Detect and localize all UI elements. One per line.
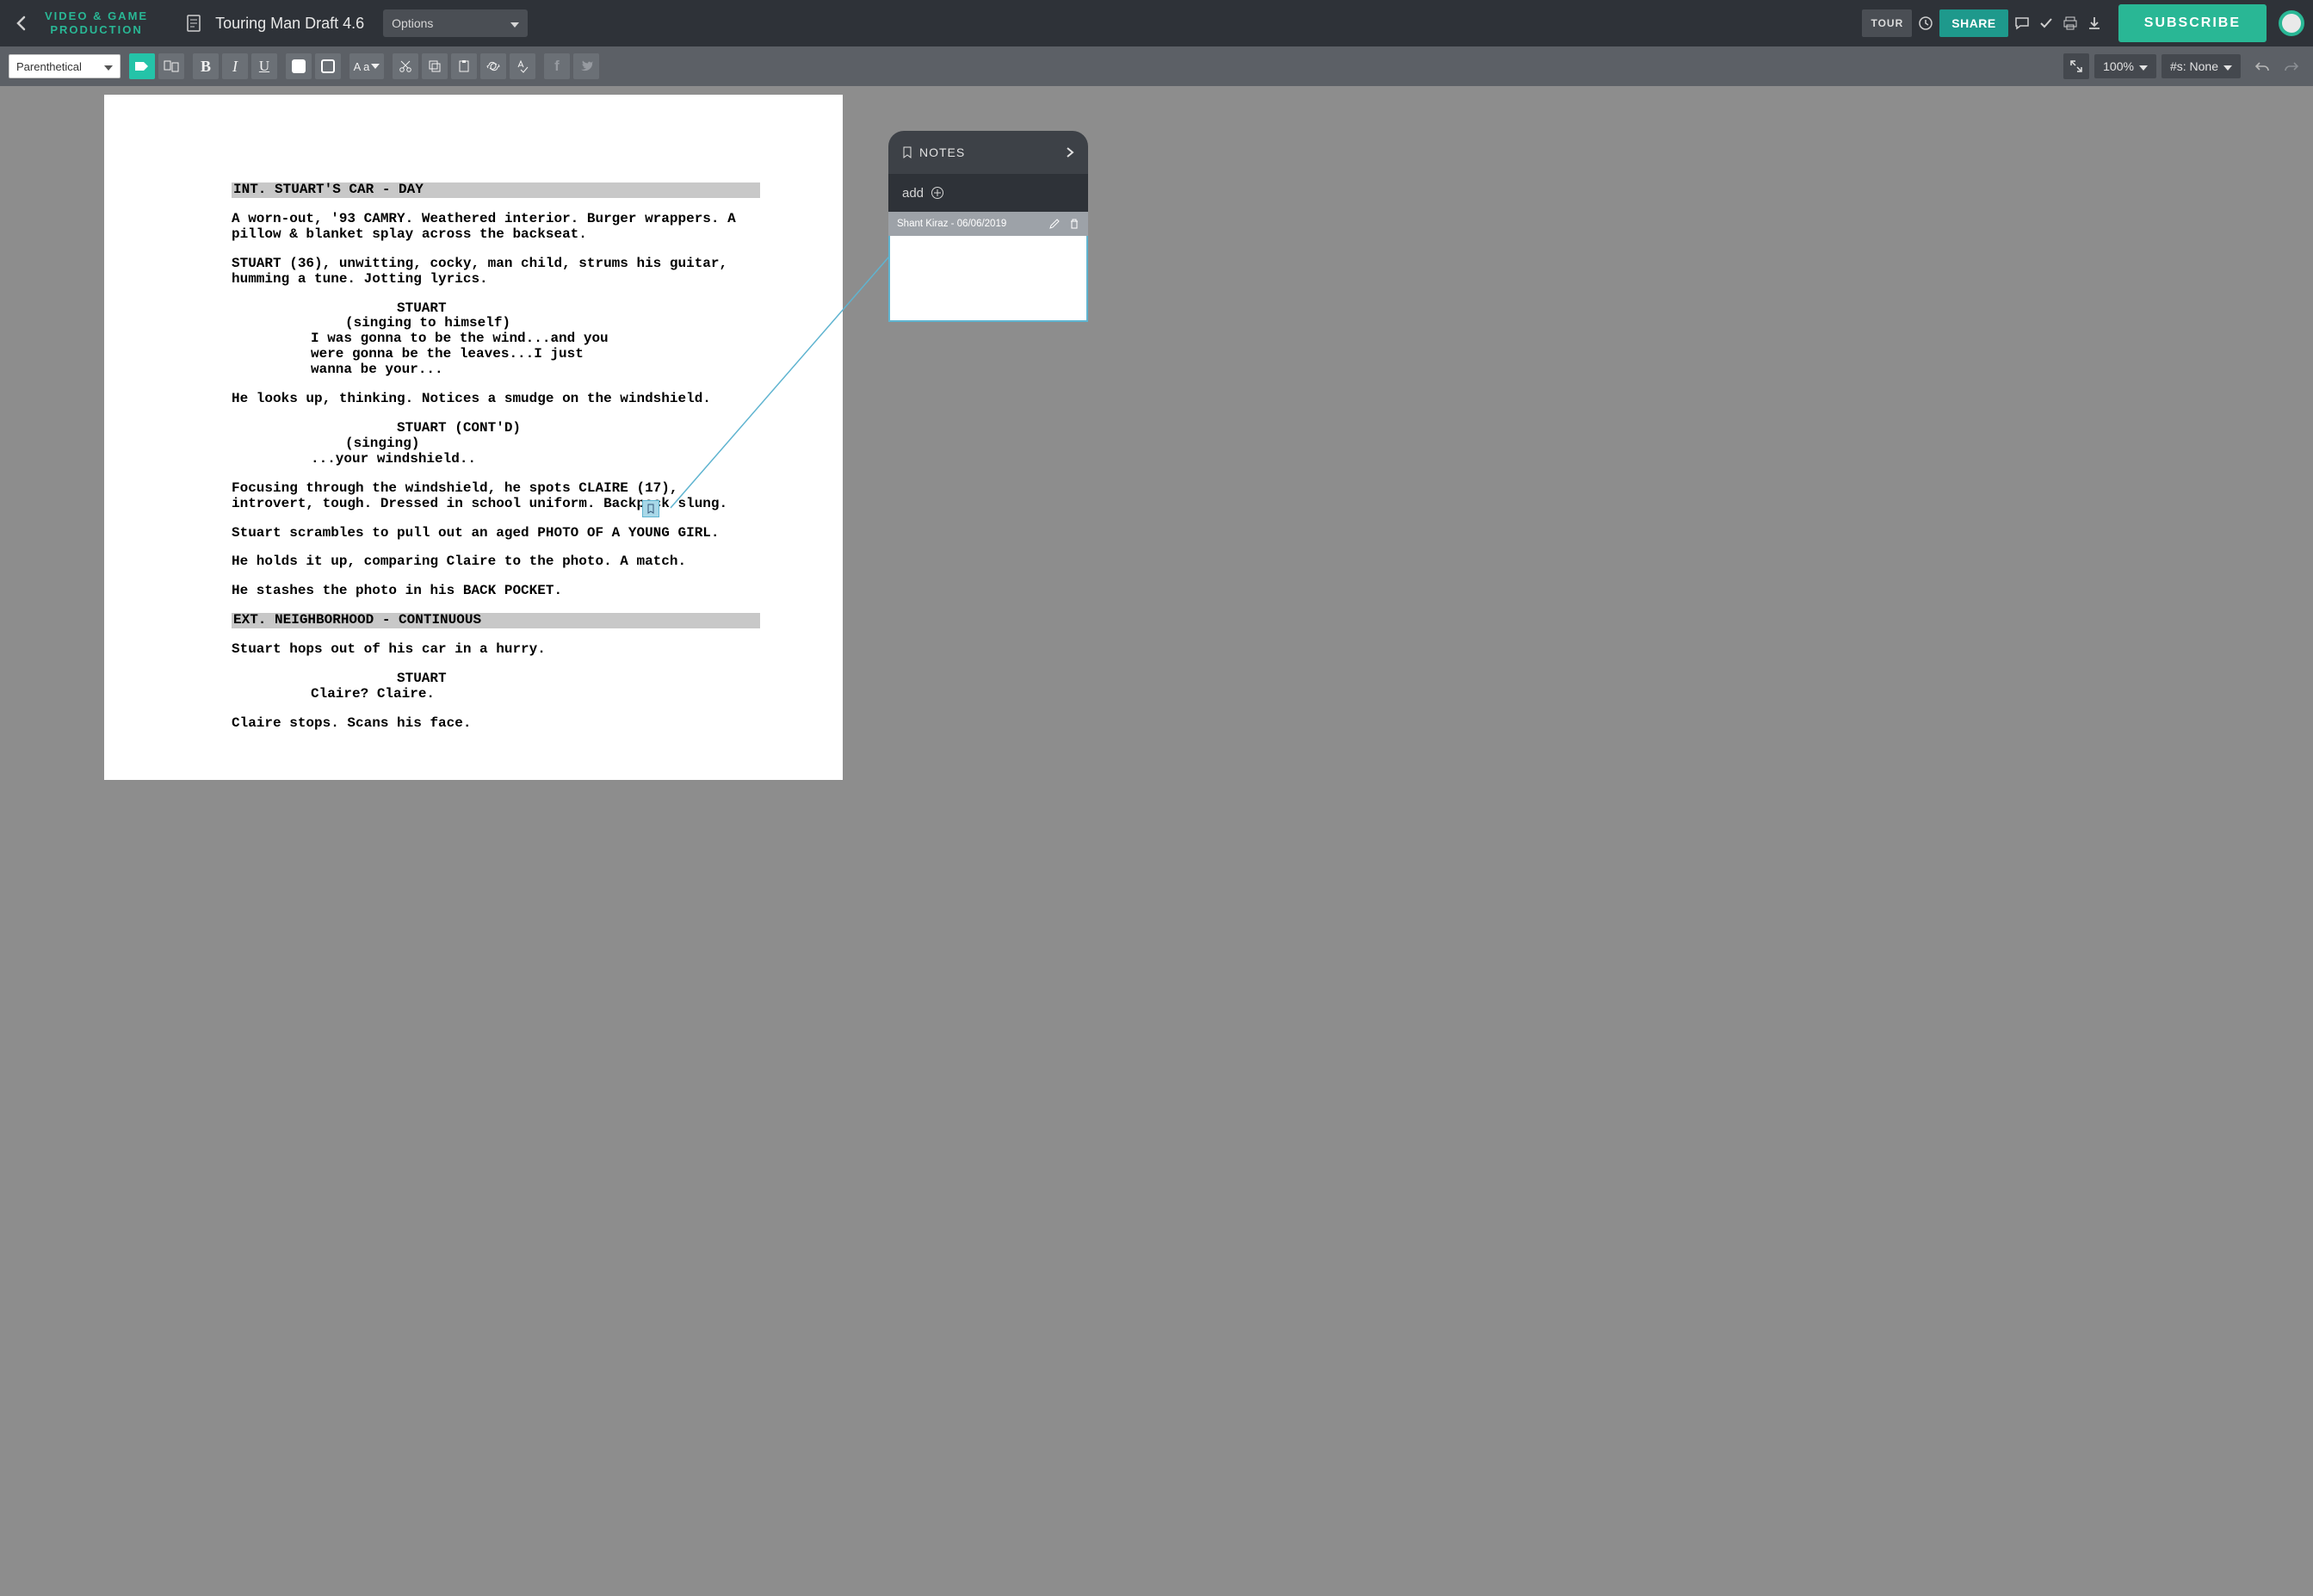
tag-tool-button[interactable]: [129, 53, 155, 79]
dual-dialog-button[interactable]: [158, 53, 184, 79]
formatting-toolbar: Parenthetical B I U A a: [0, 46, 2313, 86]
character-cue[interactable]: STUART: [232, 671, 760, 687]
bookmark-icon: [902, 146, 912, 158]
paste-button[interactable]: [451, 53, 477, 79]
underline-button[interactable]: U: [251, 53, 277, 79]
dialogue-block[interactable]: I was gonna to be the wind...and you wer…: [232, 331, 628, 378]
scene-numbers-value: #s: None: [2170, 59, 2218, 73]
facebook-share-icon[interactable]: f: [544, 53, 570, 79]
scene-numbers-dropdown[interactable]: #s: None: [2161, 54, 2241, 78]
notes-panel: NOTES add Shant Kiraz - 06/06/2019: [888, 131, 1088, 322]
redo-button[interactable]: [2279, 53, 2304, 79]
share-button[interactable]: SHARE: [1939, 9, 2008, 37]
action-block[interactable]: Stuart hops out of his car in a hurry.: [232, 642, 760, 658]
notes-panel-header[interactable]: NOTES: [888, 131, 1088, 174]
fullscreen-button[interactable]: [2063, 53, 2089, 79]
note-card-header[interactable]: Shant Kiraz - 06/06/2019: [888, 212, 1088, 236]
find-replace-button[interactable]: [480, 53, 506, 79]
parenthetical[interactable]: (singing): [232, 436, 760, 452]
print-icon[interactable]: [2058, 9, 2082, 37]
plus-circle-icon: [931, 186, 944, 200]
workspace: INT. STUART'S CAR - DAY A worn-out, '93 …: [0, 86, 2313, 1596]
options-label: Options: [392, 16, 433, 30]
chevron-right-icon[interactable]: [1066, 146, 1074, 158]
stroke-color-button[interactable]: [315, 53, 341, 79]
note-meta: Shant Kiraz - 06/06/2019: [897, 219, 1006, 229]
subscribe-button[interactable]: SUBSCRIBE: [2118, 4, 2267, 42]
action-block[interactable]: Claire stops. Scans his face.: [232, 716, 760, 732]
chevron-down-icon: [2223, 59, 2232, 73]
brand-line2: PRODUCTION: [45, 23, 148, 37]
chevron-down-icon: [2139, 59, 2148, 73]
scene-heading[interactable]: INT. STUART'S CAR - DAY: [232, 182, 760, 198]
element-type-dropdown[interactable]: Parenthetical: [9, 54, 121, 78]
delete-note-icon[interactable]: [1069, 218, 1079, 230]
brand-line1: VIDEO & GAME: [45, 9, 148, 23]
scene-heading[interactable]: EXT. NEIGHBORHOOD - CONTINUOUS: [232, 613, 760, 628]
dialogue-block[interactable]: ...your windshield..: [232, 452, 628, 467]
action-block[interactable]: Stuart scrambles to pull out an aged PHO…: [232, 526, 760, 541]
action-block[interactable]: Focusing through the windshield, he spot…: [232, 481, 760, 512]
fill-color-button[interactable]: [286, 53, 312, 79]
zoom-dropdown[interactable]: 100%: [2094, 54, 2156, 78]
script-page[interactable]: INT. STUART'S CAR - DAY A worn-out, '93 …: [104, 95, 843, 780]
options-dropdown[interactable]: Options: [383, 9, 528, 37]
action-block[interactable]: A worn-out, '93 CAMRY. Weathered interio…: [232, 212, 760, 243]
chevron-down-icon: [104, 60, 113, 73]
back-button[interactable]: [0, 0, 41, 46]
comment-icon[interactable]: [2010, 9, 2034, 37]
download-icon[interactable]: [2082, 9, 2106, 37]
history-icon[interactable]: [1914, 9, 1938, 37]
twitter-share-icon[interactable]: [573, 53, 599, 79]
bold-button[interactable]: B: [193, 53, 219, 79]
app-header: VIDEO & GAME PRODUCTION Touring Man Draf…: [0, 0, 2313, 46]
italic-button[interactable]: I: [222, 53, 248, 79]
notes-title: NOTES: [919, 145, 965, 159]
edit-note-icon[interactable]: [1048, 218, 1061, 230]
add-note-button[interactable]: add: [888, 174, 1088, 212]
tour-button[interactable]: TOUR: [1862, 9, 1912, 37]
add-note-label: add: [902, 186, 924, 201]
character-cue[interactable]: STUART (CONT'D): [232, 421, 760, 436]
spellcheck-button[interactable]: [510, 53, 535, 79]
action-block[interactable]: He looks up, thinking. Notices a smudge …: [232, 392, 760, 407]
document-title[interactable]: Touring Man Draft 4.6: [210, 15, 383, 33]
copy-button[interactable]: [422, 53, 448, 79]
approve-icon[interactable]: [2034, 9, 2058, 37]
text-case-button[interactable]: A a: [349, 53, 384, 79]
avatar[interactable]: [2279, 10, 2304, 36]
dialogue-block[interactable]: Claire? Claire.: [232, 687, 628, 702]
stroke-swatch-icon: [321, 59, 335, 73]
document-icon: [164, 15, 210, 32]
action-block[interactable]: He stashes the photo in his BACK POCKET.: [232, 584, 760, 599]
action-block[interactable]: He holds it up, comparing Claire to the …: [232, 554, 760, 570]
note-anchor-icon[interactable]: [642, 500, 659, 517]
brand-title[interactable]: VIDEO & GAME PRODUCTION: [41, 9, 164, 36]
chevron-down-icon: [371, 63, 380, 71]
element-type-label: Parenthetical: [16, 60, 82, 73]
character-cue[interactable]: STUART: [232, 301, 760, 317]
zoom-value: 100%: [2103, 59, 2134, 73]
note-card-body[interactable]: [888, 236, 1088, 322]
parenthetical[interactable]: (singing to himself): [232, 316, 760, 331]
action-block[interactable]: STUART (36), unwitting, cocky, man child…: [232, 257, 760, 288]
cut-button[interactable]: [393, 53, 418, 79]
undo-button[interactable]: [2249, 53, 2275, 79]
fill-swatch-icon: [292, 59, 306, 73]
chevron-down-icon: [510, 16, 519, 30]
